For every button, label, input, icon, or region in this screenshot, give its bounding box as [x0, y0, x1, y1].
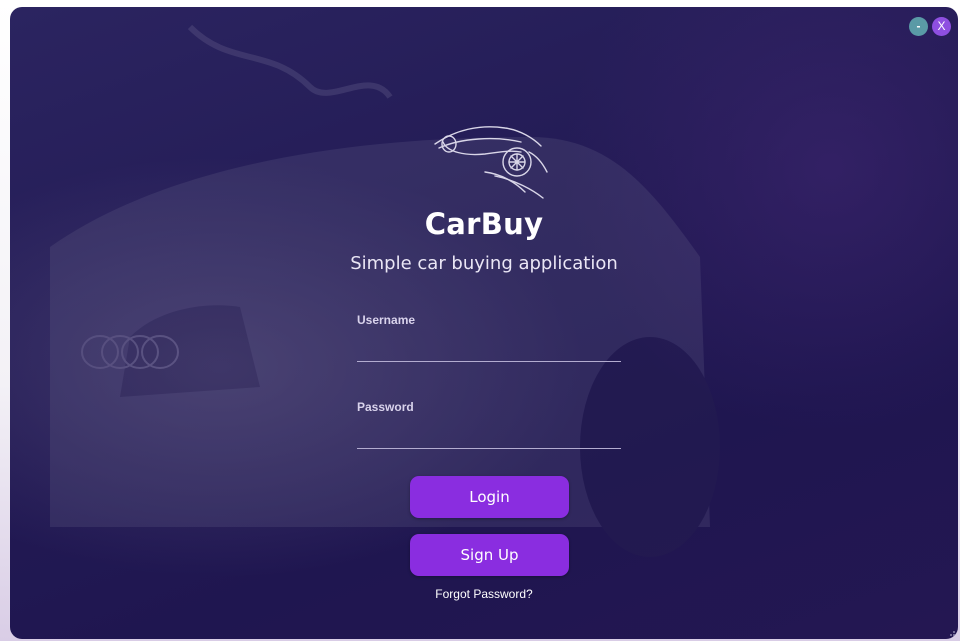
password-label: Password — [357, 400, 414, 414]
minimize-button[interactable]: - — [909, 17, 928, 36]
app-window: - X CarBuy Simple car buying application… — [10, 7, 958, 639]
sign-up-button[interactable]: Sign Up — [410, 534, 569, 576]
username-label: Username — [357, 313, 416, 327]
forgot-password-link[interactable]: Forgot Password? — [10, 587, 958, 601]
app-title: CarBuy — [424, 207, 544, 241]
resize-grip-icon[interactable] — [946, 627, 956, 637]
app-subtitle: Simple car buying application — [350, 253, 618, 274]
username-input[interactable] — [357, 337, 621, 362]
login-button[interactable]: Login — [410, 476, 569, 518]
password-input[interactable] — [357, 424, 621, 449]
sports-car-icon — [434, 126, 548, 199]
close-button[interactable]: X — [932, 17, 951, 36]
